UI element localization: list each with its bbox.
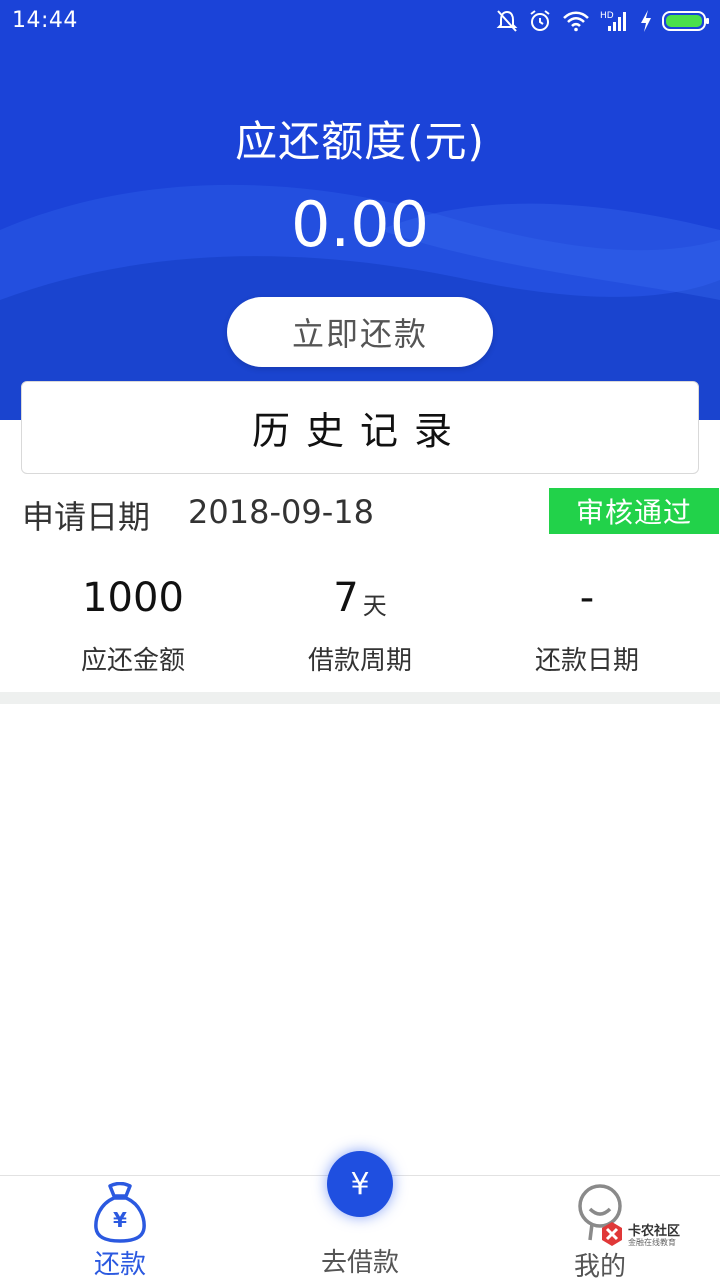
stat-loan-period: 7 天 借款周期: [240, 570, 480, 677]
stat-label: 应还金额: [80, 646, 185, 676]
stat-value: 1000: [82, 575, 184, 621]
watermark-logo-icon: [602, 1222, 622, 1246]
status-bar: 14:44 HD: [0, 0, 720, 42]
alarm-clock-icon: [530, 10, 550, 31]
repay-now-button[interactable]: 立即还款: [227, 297, 493, 367]
apply-date-value: 2018-09-18: [188, 493, 374, 531]
borrow-fab-button[interactable]: ¥: [327, 1151, 393, 1217]
tab-label: 还款: [93, 1250, 146, 1280]
mute-bell-icon: [496, 10, 518, 32]
stat-amount-due: 1000 应还金额: [13, 570, 253, 677]
watermark-subtitle: 金融在线教育: [628, 1238, 676, 1247]
balance-title: 应还额度(元): [235, 117, 485, 166]
status-icons: HD: [496, 6, 710, 36]
section-divider: [0, 692, 720, 704]
tab-label: 我的: [573, 1252, 626, 1280]
stat-unit: 天: [362, 591, 387, 620]
stat-value: -: [579, 575, 595, 621]
network-type-label: HD: [600, 11, 614, 21]
apply-date-label: 申请日期: [22, 498, 151, 536]
tab-repay[interactable]: ¥ 还款: [0, 1176, 240, 1280]
battery-icon: [662, 11, 709, 31]
record-stats: 1000 应还金额 7 天 借款周期 - 还款日期: [0, 570, 720, 680]
record-header: 申请日期 2018-09-18 审核通过: [0, 486, 720, 538]
stat-label: 还款日期: [534, 646, 639, 676]
wifi-icon: [563, 11, 589, 32]
history-label: 历史记录: [251, 409, 468, 453]
tab-label: 去借款: [320, 1248, 399, 1278]
stat-value: 7: [333, 575, 359, 621]
stat-repay-date: - 还款日期: [467, 570, 707, 677]
status-time: 14:44: [12, 8, 78, 33]
charging-bolt-icon: [641, 10, 651, 32]
money-bag-icon: ¥: [94, 1182, 146, 1243]
stat-label: 借款周期: [307, 646, 412, 676]
svg-text:¥: ¥: [113, 1208, 127, 1232]
watermark: 卡农社区 金融在线教育: [598, 1218, 690, 1250]
balance-amount: 0.00: [290, 188, 430, 261]
signal-icon: HD: [600, 11, 626, 31]
status-badge: 审核通过: [549, 488, 719, 534]
history-record-button[interactable]: 历史记录: [21, 381, 699, 474]
yen-icon: ¥: [350, 1166, 370, 1202]
